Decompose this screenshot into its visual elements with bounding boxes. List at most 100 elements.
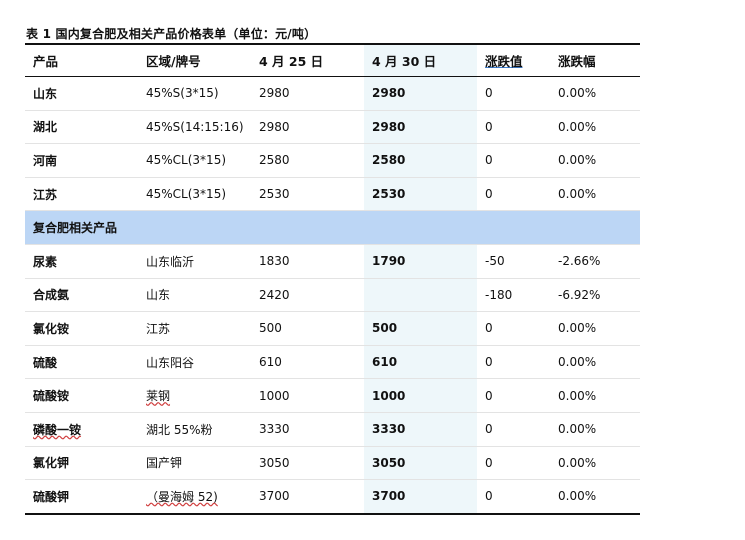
product-cell: 湖北 bbox=[25, 110, 138, 145]
table-row: 氯化钾 国产钾 3050 3050 0 0.00% bbox=[25, 446, 640, 481]
price-table: 产品 区域/牌号 4 月 25 日 4 月 30 日 涨跌值 涨跌幅 山东 45… bbox=[25, 43, 640, 515]
apr25-cell: 3330 bbox=[251, 412, 364, 447]
apr25-cell: 1000 bbox=[251, 378, 364, 413]
apr30-cell: 1790 bbox=[364, 244, 477, 279]
pct-cell: -6.92% bbox=[550, 278, 640, 313]
table-row: 硫酸 山东阳谷 610 610 0 0.00% bbox=[25, 345, 640, 380]
change-cell: 0 bbox=[477, 345, 550, 380]
change-cell: 0 bbox=[477, 76, 550, 111]
spec-cell: 莱钢 bbox=[138, 378, 251, 413]
change-cell: 0 bbox=[477, 177, 550, 212]
table-row: 河南 45%CL(3*15) 2580 2580 0 0.00% bbox=[25, 143, 640, 178]
product-cell: 硫酸铵 bbox=[25, 378, 138, 413]
apr25-cell: 2580 bbox=[251, 143, 364, 178]
spec-text: 45%CL(3*15) bbox=[146, 153, 227, 168]
header-apr30: 4 月 30 日 bbox=[364, 43, 477, 77]
table-row: 合成氨 山东 2420 -180 -6.92% bbox=[25, 278, 640, 313]
apr30-cell: 610 bbox=[364, 345, 477, 380]
pct-cell: 0.00% bbox=[550, 412, 640, 447]
header-apr25: 4 月 25 日 bbox=[251, 43, 364, 77]
header-change-label: 涨跌值 bbox=[485, 54, 523, 69]
table-row: 氯化铵 江苏 500 500 0 0.00% bbox=[25, 311, 640, 346]
apr30-cell: 3700 bbox=[364, 479, 477, 515]
change-cell: 0 bbox=[477, 110, 550, 145]
change-cell: 0 bbox=[477, 378, 550, 413]
header-change: 涨跌值 bbox=[477, 43, 550, 77]
apr25-cell: 610 bbox=[251, 345, 364, 380]
spec-text: 45%S(3*15) bbox=[146, 86, 219, 101]
table-caption: 表 1 国内复合肥及相关产品价格表单（单位：元/吨） bbox=[26, 27, 317, 41]
apr25-cell: 2980 bbox=[251, 110, 364, 145]
apr30-cell: 500 bbox=[364, 311, 477, 346]
change-cell: -180 bbox=[477, 278, 550, 313]
spec-cell: 江苏 bbox=[138, 311, 251, 346]
product-cell: 磷酸一铵 bbox=[25, 412, 138, 447]
change-cell: 0 bbox=[477, 412, 550, 447]
change-cell: 0 bbox=[477, 479, 550, 515]
change-cell: 0 bbox=[477, 446, 550, 481]
spec-cell: （曼海姆 52) bbox=[138, 479, 251, 515]
product-cell: 合成氨 bbox=[25, 278, 138, 313]
apr25-cell: 3050 bbox=[251, 446, 364, 481]
header-pct: 涨跌幅 bbox=[550, 43, 640, 77]
apr25-cell: 2980 bbox=[251, 76, 364, 111]
apr25-cell: 3700 bbox=[251, 479, 364, 515]
apr25-cell: 2530 bbox=[251, 177, 364, 212]
change-cell: -50 bbox=[477, 244, 550, 279]
product-text: 磷酸一铵 bbox=[33, 422, 82, 437]
pct-cell: 0.00% bbox=[550, 446, 640, 481]
pct-cell: 0.00% bbox=[550, 345, 640, 380]
spec-cell: 45%S(3*15) bbox=[138, 76, 251, 111]
product-cell: 尿素 bbox=[25, 244, 138, 279]
pct-cell: 0.00% bbox=[550, 479, 640, 515]
spec-cell: 山东 bbox=[138, 278, 251, 313]
spec-cell: 国产钾 bbox=[138, 446, 251, 481]
product-cell: 山东 bbox=[25, 76, 138, 111]
header-region: 区域/牌号 bbox=[138, 43, 251, 77]
pct-cell: -2.66% bbox=[550, 244, 640, 279]
apr25-cell: 500 bbox=[251, 311, 364, 346]
spec-text: 莱钢 bbox=[146, 389, 171, 404]
apr30-cell: 2580 bbox=[364, 143, 477, 178]
product-cell: 氯化钾 bbox=[25, 446, 138, 481]
spec-cell: 45%CL(3*15) bbox=[138, 177, 251, 212]
spec-cell: 山东阳谷 bbox=[138, 345, 251, 380]
change-cell: 0 bbox=[477, 143, 550, 178]
apr30-cell: 2980 bbox=[364, 110, 477, 145]
spec-text: 45%S(14:15:16) bbox=[146, 119, 244, 134]
product-cell: 氯化铵 bbox=[25, 311, 138, 346]
table-row: 尿素 山东临沂 1830 1790 -50 -2.66% bbox=[25, 244, 640, 279]
product-cell: 河南 bbox=[25, 143, 138, 178]
spec-cell: 45%CL(3*15) bbox=[138, 143, 251, 178]
section-row: 复合肥相关产品 bbox=[25, 210, 640, 245]
apr25-cell: 1830 bbox=[251, 244, 364, 279]
pct-cell: 0.00% bbox=[550, 143, 640, 178]
apr30-cell: 3330 bbox=[364, 412, 477, 447]
apr30-cell: 2980 bbox=[364, 76, 477, 111]
table-row: 硫酸钾 （曼海姆 52) 3700 3700 0 0.00% bbox=[25, 479, 640, 515]
spec-cell: 山东临沂 bbox=[138, 244, 251, 279]
spec-cell: 45%S(14:15:16) bbox=[138, 110, 251, 145]
spec-cell: 湖北 55%粉 bbox=[138, 412, 251, 447]
spec-text: （曼海姆 52) bbox=[146, 489, 218, 504]
pct-cell: 0.00% bbox=[550, 177, 640, 212]
pct-cell: 0.00% bbox=[550, 311, 640, 346]
apr30-cell: 3050 bbox=[364, 446, 477, 481]
spec-text: 45%CL(3*15) bbox=[146, 187, 227, 202]
header-product: 产品 bbox=[25, 43, 138, 77]
pct-cell: 0.00% bbox=[550, 76, 640, 111]
header-row: 产品 区域/牌号 4 月 25 日 4 月 30 日 涨跌值 涨跌幅 bbox=[25, 43, 640, 77]
apr30-cell bbox=[364, 278, 477, 313]
table-row: 磷酸一铵 湖北 55%粉 3330 3330 0 0.00% bbox=[25, 412, 640, 447]
change-cell: 0 bbox=[477, 311, 550, 346]
pct-cell: 0.00% bbox=[550, 378, 640, 413]
apr30-cell: 1000 bbox=[364, 378, 477, 413]
product-cell: 硫酸 bbox=[25, 345, 138, 380]
apr25-cell: 2420 bbox=[251, 278, 364, 313]
apr30-cell: 2530 bbox=[364, 177, 477, 212]
table-row: 湖北 45%S(14:15:16) 2980 2980 0 0.00% bbox=[25, 110, 640, 145]
pct-cell: 0.00% bbox=[550, 110, 640, 145]
section-title: 复合肥相关产品 bbox=[25, 210, 640, 245]
table-row: 山东 45%S(3*15) 2980 2980 0 0.00% bbox=[25, 76, 640, 111]
product-cell: 江苏 bbox=[25, 177, 138, 212]
